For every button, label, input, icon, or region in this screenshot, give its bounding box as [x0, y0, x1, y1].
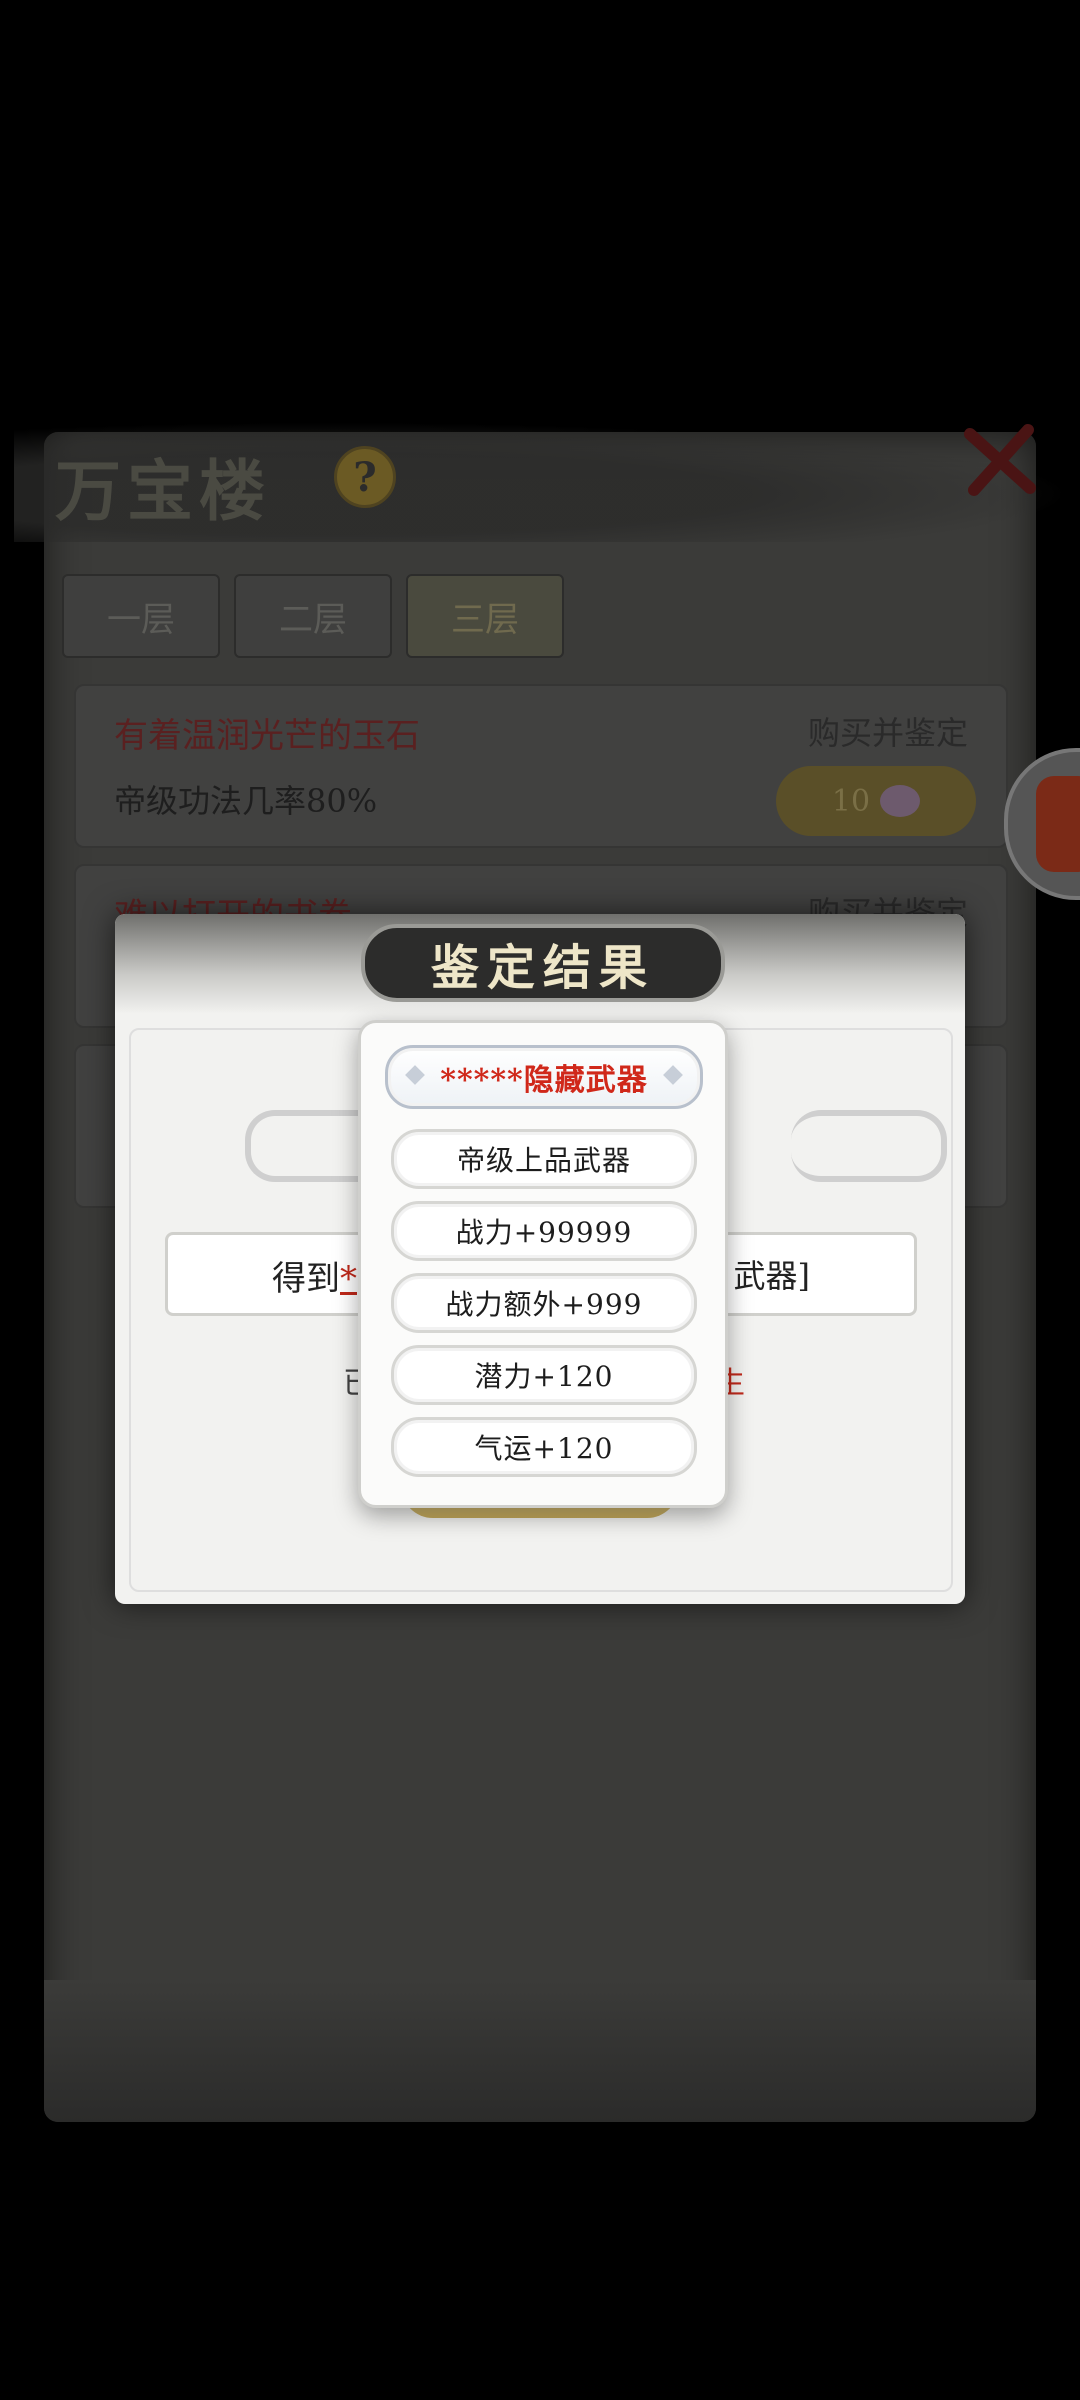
shop-item: 有着温润光芒的玉石 帝级功法几率80% 购买并鉴定 10: [74, 684, 1008, 848]
close-icon[interactable]: [958, 418, 1042, 502]
tab-floor-3[interactable]: 三层: [406, 574, 564, 658]
help-icon[interactable]: ?: [334, 446, 396, 508]
attribute-header: *****隐藏武器: [385, 1045, 703, 1109]
gem-icon: [880, 785, 921, 817]
attribute-item: 潜力+120: [391, 1345, 697, 1405]
page-title: 万宝楼: [55, 452, 271, 530]
price-value: 10: [831, 783, 871, 819]
attribute-item: 帝级上品武器: [391, 1129, 697, 1189]
attribute-item: 战力+99999: [391, 1201, 697, 1261]
cloud-decoration: [44, 1980, 1036, 2122]
attribute-item: 战力额外+999: [391, 1273, 697, 1333]
obtained-suffix: 武器]: [733, 1257, 811, 1295]
attribute-header-label: *****隐藏武器: [440, 1063, 648, 1098]
buy-label: 购买并鉴定: [807, 714, 968, 752]
diamond-icon: [405, 1065, 425, 1085]
obtained-marker: *: [340, 1259, 357, 1299]
item-name: 有着温润光芒的玉石: [114, 716, 420, 756]
tab-floor-1[interactable]: 一层: [62, 574, 220, 658]
obtained-prefix: 得到: [272, 1259, 340, 1299]
buy-button[interactable]: 10: [776, 766, 976, 836]
obtained-text: 得到*: [272, 1251, 357, 1300]
cloud-swirl-icon: [791, 1110, 947, 1182]
floor-tabs: 一层 二层 三层: [62, 574, 564, 658]
attribute-popup: *****隐藏武器 帝级上品武器 战力+99999 战力额外+999 潜力+12…: [358, 1020, 728, 1508]
tab-floor-2[interactable]: 二层: [234, 574, 392, 658]
item-desc: 帝级功法几率80%: [114, 782, 378, 820]
dialog-title: 鉴定结果: [361, 924, 725, 1002]
game-assistant-icon: [1036, 776, 1080, 872]
diamond-icon: [663, 1065, 683, 1085]
attribute-item: 气运+120: [391, 1417, 697, 1477]
